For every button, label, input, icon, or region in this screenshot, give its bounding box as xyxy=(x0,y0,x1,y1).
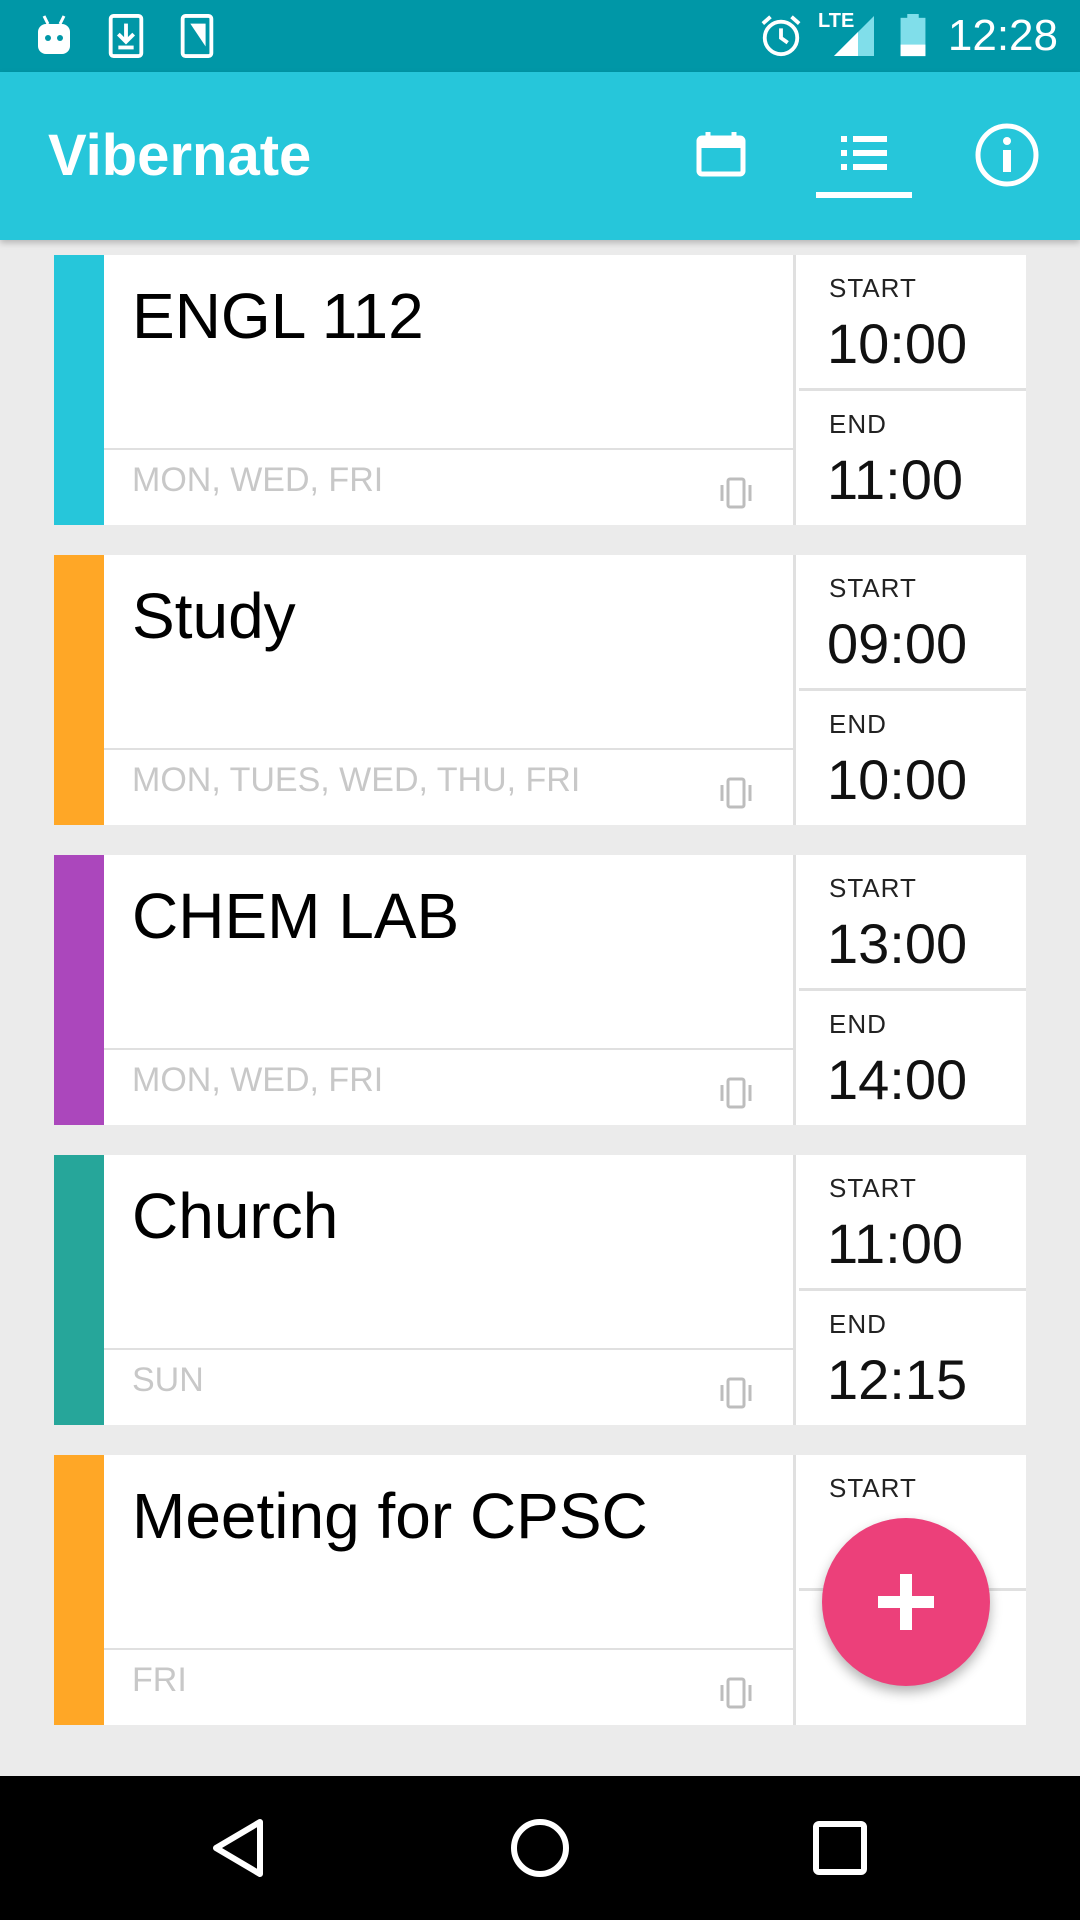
signal-icon xyxy=(834,16,874,56)
event-title: Meeting for CPSC xyxy=(132,1480,648,1552)
event-color-strip xyxy=(54,555,104,825)
start-time-block[interactable]: START 09:00 xyxy=(799,555,1026,689)
event-main: Study MON, TUES, WED, THU, FRI xyxy=(104,555,796,825)
end-label: END xyxy=(829,1309,887,1339)
end-time: 14:00 xyxy=(827,1048,968,1111)
start-time-block[interactable]: START 10:00 xyxy=(799,255,1026,389)
end-label: END xyxy=(829,709,887,739)
info-icon xyxy=(975,123,1039,187)
event-card[interactable]: ENGL 112 MON, WED, FRI START 10:00 END 1… xyxy=(54,255,1026,525)
event-card[interactable]: CHEM LAB MON, WED, FRI START 13:00 END 1… xyxy=(54,855,1026,1125)
screen: LTE 12:28 Vibernate ENGL 112 MON, WED, F… xyxy=(0,0,1080,1920)
calendar-view-button[interactable] xyxy=(666,100,776,210)
start-label: START xyxy=(829,573,917,603)
event-days: MON, WED, FRI xyxy=(132,461,384,499)
event-times: START 09:00 END 10:00 xyxy=(799,555,1026,825)
start-label: START xyxy=(829,273,917,303)
event-main: Church SUN xyxy=(104,1155,796,1425)
event-days: SUN xyxy=(132,1361,204,1399)
vibrate-icon[interactable] xyxy=(716,473,756,513)
event-main: CHEM LAB MON, WED, FRI xyxy=(104,855,796,1125)
vibrate-icon[interactable] xyxy=(716,1373,756,1413)
vibrate-icon[interactable] xyxy=(716,773,756,813)
recents-icon[interactable] xyxy=(798,1806,882,1890)
start-time: 11:00 xyxy=(827,1212,963,1275)
app-bar: Vibernate xyxy=(0,72,1080,240)
start-time-block[interactable]: START 11:00 xyxy=(799,1155,1026,1289)
app-title: Vibernate xyxy=(48,123,312,188)
navigation-bar xyxy=(0,1776,1080,1920)
vibrate-icon[interactable] xyxy=(716,1673,756,1713)
end-label: END xyxy=(829,409,887,439)
download-icon xyxy=(108,14,144,58)
divider xyxy=(104,748,796,750)
start-time: 10:00 xyxy=(827,312,968,375)
event-title: CHEM LAB xyxy=(132,880,460,952)
end-time-block[interactable]: END 11:00 xyxy=(799,391,1026,525)
event-days: FRI xyxy=(132,1661,187,1699)
start-label: START xyxy=(829,1473,917,1503)
event-title: Church xyxy=(132,1180,339,1252)
divider xyxy=(104,1048,796,1050)
back-icon[interactable] xyxy=(198,1806,282,1890)
event-color-strip xyxy=(54,1455,104,1725)
sim-card-icon xyxy=(180,14,214,58)
divider xyxy=(104,1648,796,1650)
info-button[interactable] xyxy=(952,100,1062,210)
status-bar: LTE 12:28 xyxy=(0,0,1080,72)
event-title: ENGL 112 xyxy=(132,280,424,352)
event-main: Meeting for CPSC FRI xyxy=(104,1455,796,1725)
start-time: 09:00 xyxy=(827,612,968,675)
end-time: 12:15 xyxy=(827,1348,968,1411)
add-event-button[interactable] xyxy=(822,1518,990,1686)
event-card[interactable]: Study MON, TUES, WED, THU, FRI START 09:… xyxy=(54,555,1026,825)
start-time: 13:00 xyxy=(827,912,968,975)
status-time: 12:28 xyxy=(947,11,1058,60)
alarm-icon xyxy=(761,15,801,57)
end-label: END xyxy=(829,1009,887,1039)
start-label: START xyxy=(829,873,917,903)
end-time-block[interactable]: END 12:15 xyxy=(799,1291,1026,1425)
event-color-strip xyxy=(54,255,104,525)
event-main: ENGL 112 MON, WED, FRI xyxy=(104,255,796,525)
end-time: 11:00 xyxy=(827,448,963,511)
event-days: MON, WED, FRI xyxy=(132,1061,384,1099)
end-time: 10:00 xyxy=(827,748,968,811)
battery-icon xyxy=(900,14,926,57)
calendar-icon xyxy=(696,132,746,177)
vibrate-icon[interactable] xyxy=(716,1073,756,1113)
event-times: START 11:00 END 12:15 xyxy=(799,1155,1026,1425)
event-title: Study xyxy=(132,580,296,652)
event-times: START 13:00 END 14:00 xyxy=(799,855,1026,1125)
home-icon[interactable] xyxy=(498,1806,582,1890)
event-color-strip xyxy=(54,855,104,1125)
plus-icon xyxy=(878,1574,934,1630)
start-label: START xyxy=(829,1173,917,1203)
divider xyxy=(104,1348,796,1350)
end-time-block[interactable]: END 10:00 xyxy=(799,691,1026,825)
android-debug-icon xyxy=(38,15,70,54)
start-time-block[interactable]: START 13:00 xyxy=(799,855,1026,989)
divider xyxy=(104,448,796,450)
selected-tab-indicator xyxy=(816,192,912,198)
event-times: START 10:00 END 11:00 xyxy=(799,255,1026,525)
event-card[interactable]: Church SUN START 11:00 END 12:15 xyxy=(54,1155,1026,1425)
end-time-block[interactable]: END 14:00 xyxy=(799,991,1026,1125)
event-days: MON, TUES, WED, THU, FRI xyxy=(132,761,581,799)
event-color-strip xyxy=(54,1155,104,1425)
